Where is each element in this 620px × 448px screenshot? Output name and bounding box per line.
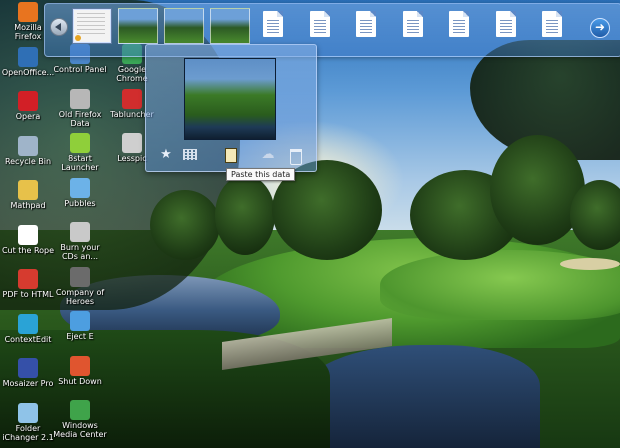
desktop-icon-label: Windows Media Center: [53, 421, 107, 439]
cut-the-rope-icon: [18, 224, 38, 245]
desktop-icon[interactable]: Mathpad: [0, 180, 56, 210]
clip-file-icon[interactable]: [309, 11, 330, 37]
desktop-icon-label: PDF to HTML: [2, 290, 54, 299]
clip-file-icon[interactable]: [263, 11, 283, 37]
desktop-icon-label: Shut Down: [58, 376, 102, 386]
desktop-icon-label: Burn your CDs an...: [60, 243, 100, 261]
shut-down-icon: [70, 355, 90, 376]
arrow-right-icon: ➜: [594, 20, 606, 34]
desktop-icon-label: Folder iChanger 2.1: [2, 423, 54, 442]
chevron-left-icon: [55, 23, 61, 31]
clip-file-icon[interactable]: [356, 11, 376, 37]
favorite-star-icon[interactable]: ★: [158, 147, 174, 163]
desktop-icon[interactable]: Burn your CDs an...: [52, 222, 108, 261]
folder-icon: [18, 180, 38, 200]
clip-file-icon[interactable]: [449, 11, 469, 37]
desktop-icon[interactable]: Folder iChanger 2.1: [0, 402, 56, 442]
mosaizer-icon: [18, 358, 38, 378]
wallpaper-tree: [150, 190, 220, 260]
grid-icon[interactable]: [182, 147, 198, 163]
desktop-icon[interactable]: ContextEdit: [0, 313, 56, 344]
desktop-icon-label: Old Firefox Data: [58, 109, 102, 128]
company-of-heroes-icon: [70, 266, 90, 287]
launcher-icon: [70, 133, 90, 153]
firefox-data-icon: [70, 88, 90, 109]
desktop-icon-label: Mosaizer Pro: [2, 379, 54, 388]
desktop-icon-label: Company of Heroes: [55, 287, 105, 306]
paste-tooltip: Paste this data: [226, 168, 296, 181]
burn-cd-icon: [70, 222, 90, 242]
desktop-icon[interactable]: Pubbles: [52, 177, 108, 208]
desktop-icon[interactable]: Eject E: [52, 311, 108, 341]
desktop-icon[interactable]: Mosaizer Pro: [0, 358, 56, 388]
desktop-icon-label: Cut the Rope: [1, 245, 55, 255]
paste-icon[interactable]: [222, 147, 238, 163]
desktop-icon-label: Mathpad: [10, 201, 46, 210]
wallpaper-sand-trap: [560, 258, 620, 270]
lesspic-icon: [122, 133, 142, 153]
desktop-icon-label: Opera: [15, 112, 41, 121]
clip-document-thumbnail-icon[interactable]: [72, 8, 112, 44]
pubbles-icon: [70, 177, 90, 198]
folder-ichanger-icon: [18, 402, 38, 423]
desktop-icon[interactable]: Opera: [0, 91, 56, 121]
desktop-icon[interactable]: Old Firefox Data: [52, 88, 108, 128]
clip-preview-image[interactable]: [184, 58, 276, 140]
opera-icon: [18, 91, 38, 111]
wallpaper-creek: [300, 345, 540, 448]
previous-clips-button[interactable]: [50, 18, 68, 36]
desktop-icon[interactable]: Windows Media Center: [52, 400, 108, 439]
clip-file-icon[interactable]: [542, 11, 562, 37]
desktop-icon-label: Eject E: [66, 332, 94, 341]
clip-image-thumbnail-icon[interactable]: [118, 8, 158, 44]
recycle-bin-icon: [18, 135, 38, 156]
clip-image-thumbnail-icon[interactable]: [210, 8, 250, 44]
desktop-icon-label: Recycle Bin: [4, 156, 52, 166]
desktop: Mozilla Firefox OpenOffice... Opera Recycle…: [0, 0, 620, 448]
windows-media-center-icon: [70, 400, 90, 420]
tablauncher-icon: [122, 88, 142, 109]
trash-icon[interactable]: [287, 147, 303, 165]
desktop-icon-label: Pubbles: [64, 198, 96, 208]
desktop-icon[interactable]: 8start Launcher: [52, 133, 108, 172]
desktop-icon[interactable]: Recycle Bin: [0, 135, 56, 166]
desktop-icon-label: OpenOffice...: [1, 67, 55, 77]
wallpaper-tree: [490, 135, 585, 245]
cloud-icon[interactable]: ☁: [260, 147, 276, 163]
desktop-icon[interactable]: Shut Down: [52, 355, 108, 386]
desktop-icon[interactable]: Company of Heroes: [52, 266, 108, 306]
clip-image-thumbnail-icon[interactable]: [164, 8, 204, 44]
clip-source-badge-icon: [75, 35, 81, 41]
pdf-to-html-icon: [18, 269, 38, 289]
wallpaper-tree: [215, 175, 275, 255]
next-clips-button[interactable]: ➜: [590, 18, 610, 38]
openoffice-icon: [18, 46, 38, 67]
clip-file-icon[interactable]: [495, 11, 516, 37]
desktop-icon[interactable]: PDF to HTML: [0, 269, 56, 299]
desktop-icon-label: ContextEdit: [4, 334, 52, 344]
eject-icon: [70, 311, 90, 331]
clip-file-icon[interactable]: [402, 11, 423, 37]
desktop-icon-label: 8start Launcher: [61, 154, 99, 172]
context-edit-icon: [18, 313, 38, 334]
desktop-icon-label: Control Panel: [53, 65, 107, 74]
firefox-icon: [18, 2, 38, 22]
desktop-icon[interactable]: Cut the Rope: [0, 224, 56, 255]
